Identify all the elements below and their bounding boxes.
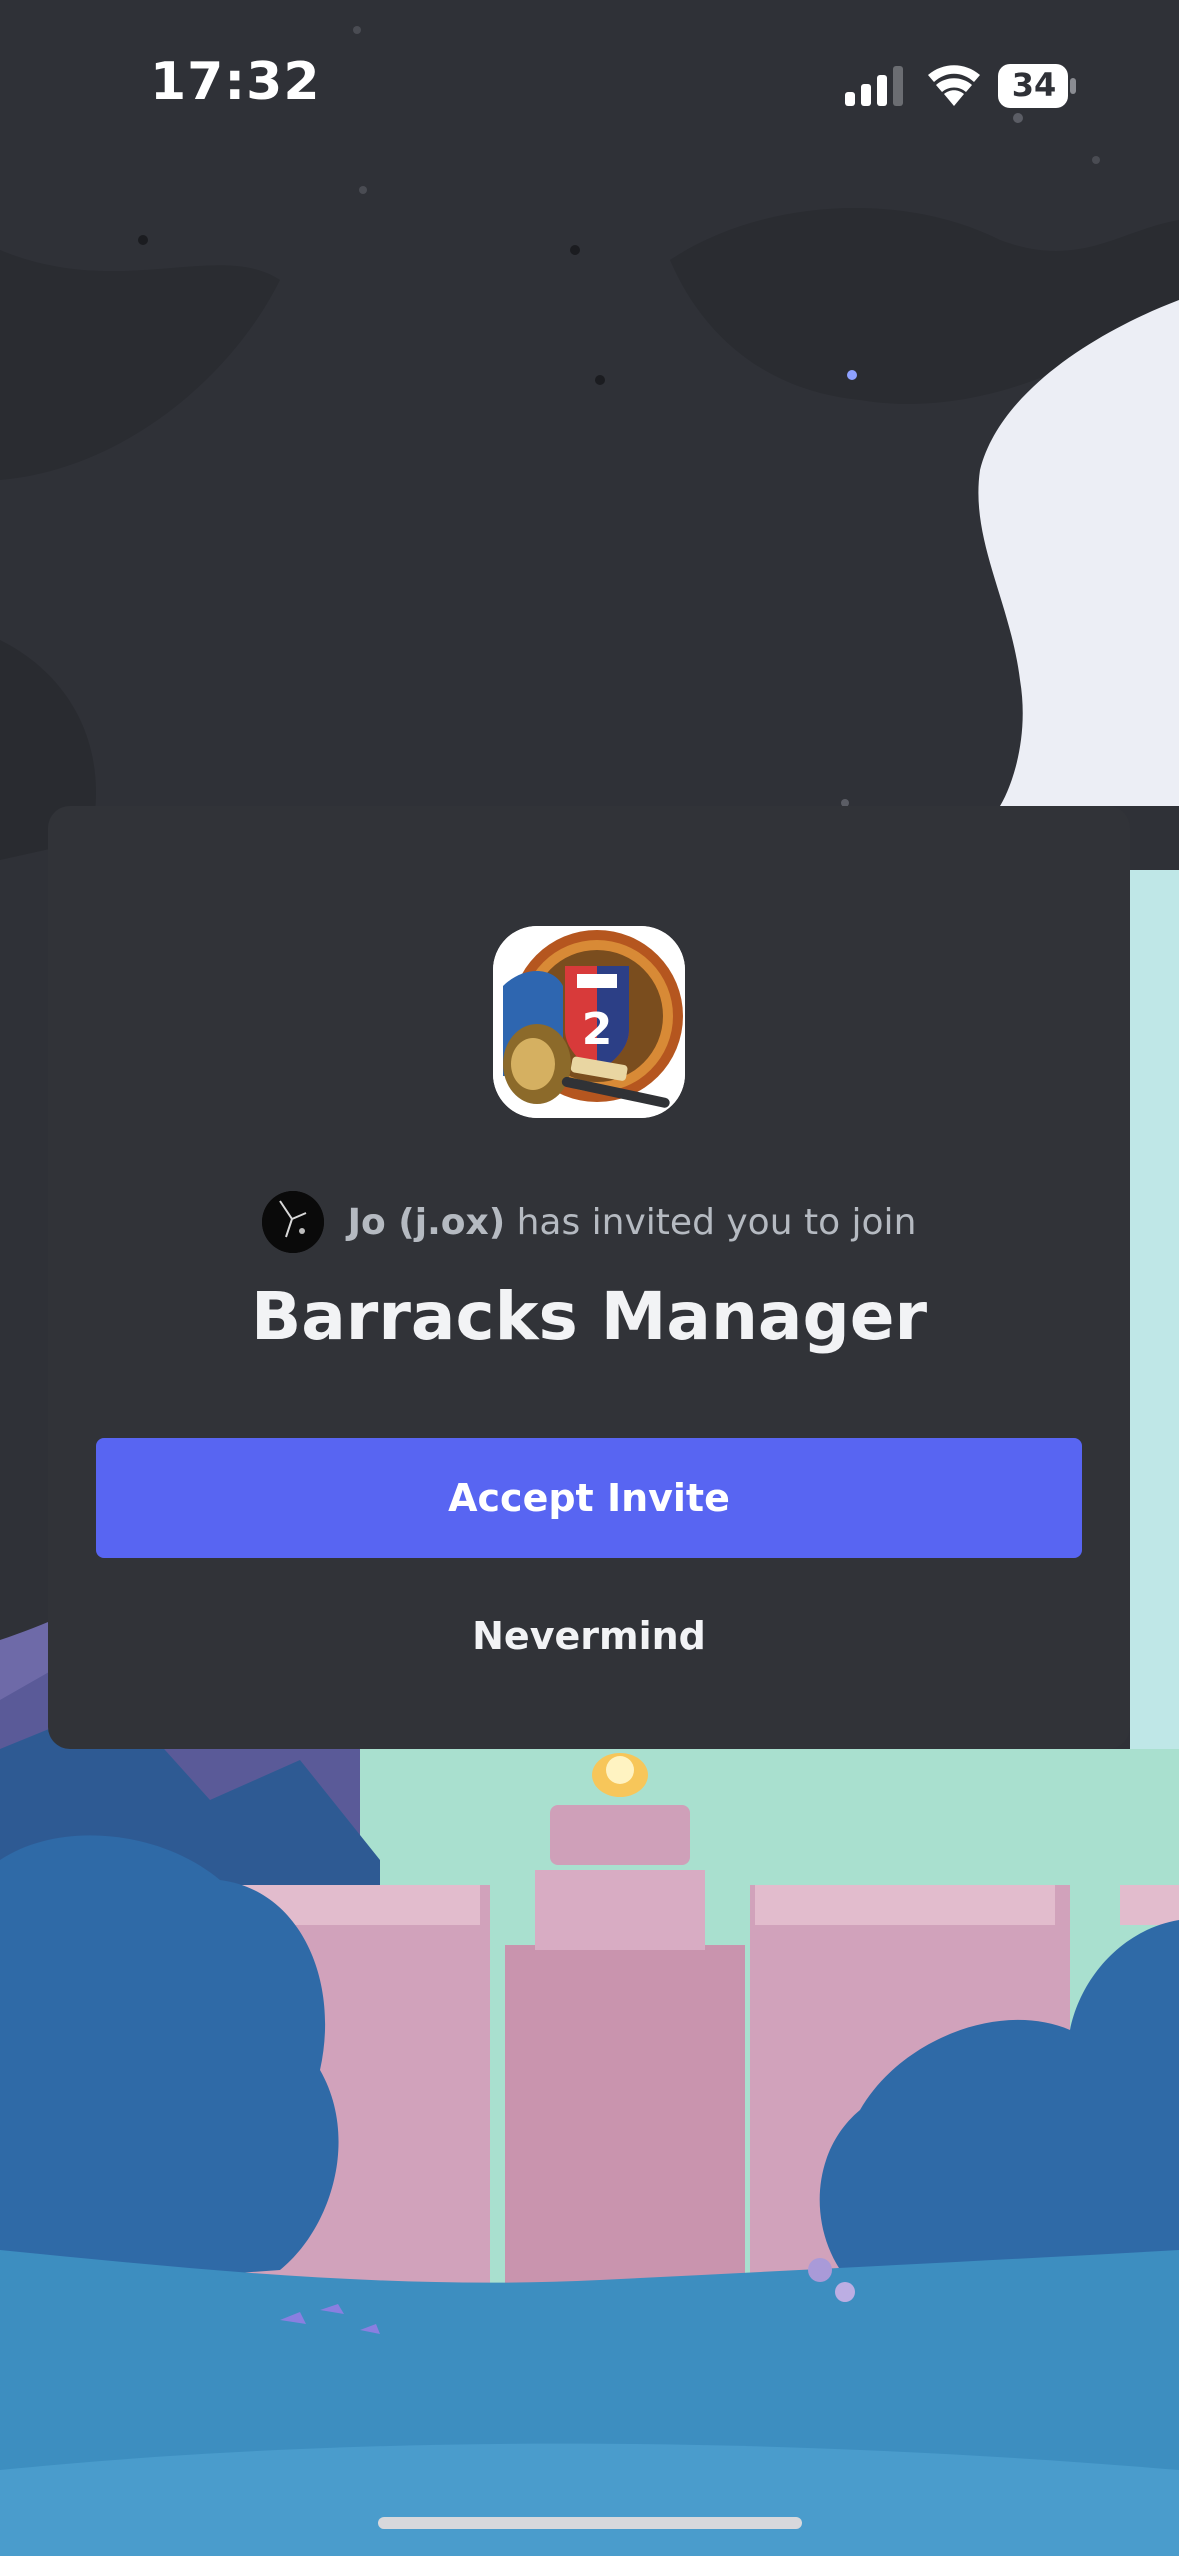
- invite-message: Jo (j.ox) has invited you to join: [48, 1190, 1130, 1254]
- battery-level: 34: [1011, 66, 1057, 104]
- avatar: [261, 1191, 324, 1253]
- server-emblem-icon: 2: [493, 926, 685, 1118]
- invite-text: has invited you to join: [505, 1201, 917, 1243]
- inviter-name: Jo (j.ox): [347, 1201, 506, 1243]
- server-name: Barracks Manager: [250, 1278, 928, 1355]
- home-indicator[interactable]: [378, 2517, 802, 2529]
- accept-invite-button[interactable]: Accept Invite: [96, 1438, 1082, 1558]
- wifi-icon: [928, 65, 980, 106]
- nevermind-button[interactable]: Nevermind: [96, 1582, 1082, 1690]
- status-bar: 17:32 34: [0, 0, 1179, 170]
- status-time: 17:32: [150, 52, 321, 112]
- invite-modal: 2 Jo (j.ox) has invited you to join Barr…: [48, 806, 1130, 1749]
- cellular-signal-icon: [845, 66, 903, 106]
- svg-text:2: 2: [582, 1004, 613, 1055]
